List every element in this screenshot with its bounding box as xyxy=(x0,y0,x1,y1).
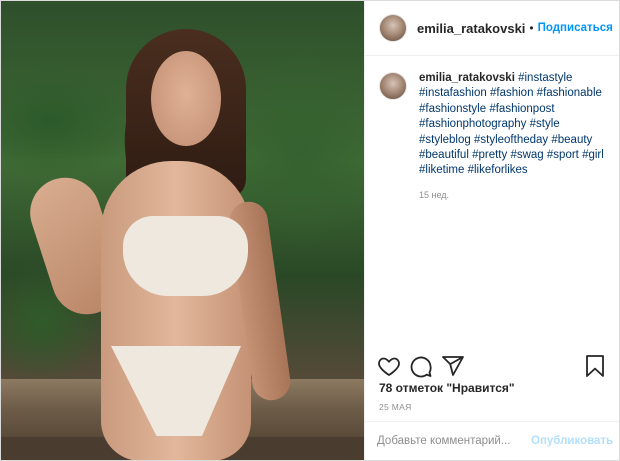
bookmark-icon[interactable] xyxy=(583,354,607,378)
hashtag-link[interactable]: #styleoftheday xyxy=(474,134,548,146)
header-separator: • xyxy=(529,21,534,35)
hashtag-link[interactable]: #girl xyxy=(582,149,604,161)
caption-avatar[interactable] xyxy=(379,72,407,100)
caption-hashtags: #instastyle #instafashion #fashion #fash… xyxy=(419,72,604,176)
hashtag-link[interactable]: #swag xyxy=(510,149,543,161)
hashtag-link[interactable]: #instafashion xyxy=(419,87,487,99)
caption-text: emilia_ratakovski #instastyle #instafash… xyxy=(419,71,607,203)
post-sidebar: emilia_ratakovski • Подписаться emilia_r… xyxy=(364,1,619,460)
caption-time[interactable]: 15 нед. xyxy=(419,188,607,203)
action-bar xyxy=(377,353,607,379)
likes-count[interactable]: 78 отметок "Нравится" xyxy=(379,381,515,395)
post-caption: emilia_ratakovski #instastyle #instafash… xyxy=(379,71,607,203)
comment-icon[interactable] xyxy=(409,354,433,378)
caption-username[interactable]: emilia_ratakovski xyxy=(419,72,515,84)
heart-icon[interactable] xyxy=(377,354,401,378)
comment-bar: Опубликовать xyxy=(365,421,619,460)
publish-button[interactable]: Опубликовать xyxy=(531,435,613,447)
comment-input[interactable] xyxy=(377,435,531,447)
header-username[interactable]: emilia_ratakovski xyxy=(417,21,525,36)
hashtag-link[interactable]: #likeforlikes xyxy=(468,164,528,176)
hashtag-link[interactable]: #fashionable xyxy=(537,87,602,99)
instagram-post: emilia_ratakovski • Подписаться emilia_r… xyxy=(0,0,620,461)
photo-face xyxy=(151,51,221,146)
post-date[interactable]: 25 МАЯ xyxy=(379,402,412,412)
post-header: emilia_ratakovski • Подписаться xyxy=(365,1,619,56)
hashtag-link[interactable]: #styleblog xyxy=(419,134,471,146)
avatar[interactable] xyxy=(379,14,407,42)
hashtag-link[interactable]: #fashionstyle xyxy=(419,103,486,115)
share-icon[interactable] xyxy=(441,354,465,378)
hashtag-link[interactable]: #instastyle xyxy=(518,72,572,84)
hashtag-link[interactable]: #beauty xyxy=(551,134,592,146)
hashtag-link[interactable]: #beautiful xyxy=(419,149,469,161)
hashtag-link[interactable]: #pretty xyxy=(472,149,507,161)
hashtag-link[interactable]: #fashionpost xyxy=(489,103,554,115)
post-photo[interactable] xyxy=(1,1,364,460)
hashtag-link[interactable]: #style xyxy=(530,118,560,130)
follow-button[interactable]: Подписаться xyxy=(538,22,613,34)
photo-swim-top xyxy=(123,216,248,296)
hashtag-link[interactable]: #fashion xyxy=(490,87,533,99)
hashtag-link[interactable]: #fashionphotography xyxy=(419,118,526,130)
hashtag-link[interactable]: #sport xyxy=(547,149,579,161)
hashtag-link[interactable]: #liketime xyxy=(419,164,464,176)
